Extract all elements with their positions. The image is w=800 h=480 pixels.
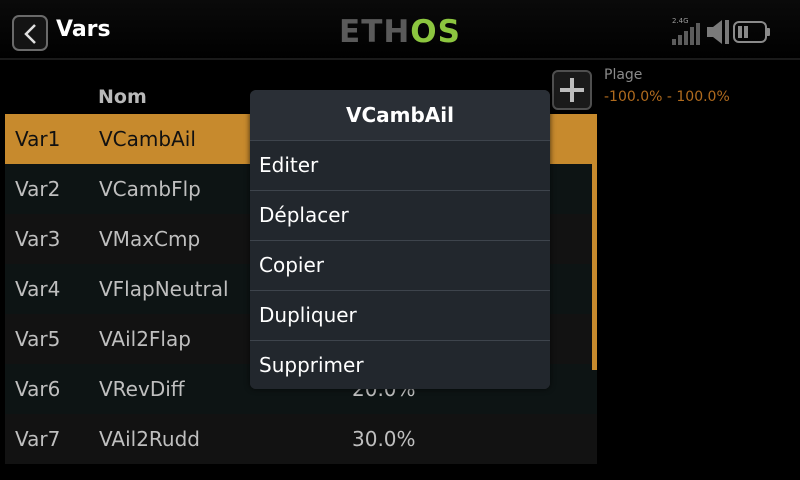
row-name: VMaxCmp <box>99 227 201 251</box>
menu-item-delete[interactable]: Supprimer <box>250 340 550 389</box>
row-id: Var7 <box>15 427 61 451</box>
add-variable-button[interactable] <box>552 70 592 110</box>
range-value: -100.0% - 100.0% <box>604 89 730 105</box>
ethos-logo: ETHOS <box>339 14 461 50</box>
menu-item-edit[interactable]: Editer <box>250 140 550 190</box>
back-button[interactable] <box>12 15 48 51</box>
context-menu: VCambAil Editer Déplacer Copier Duplique… <box>250 90 550 389</box>
signal-strength-icon <box>672 23 700 45</box>
context-menu-title: VCambAil <box>250 90 550 140</box>
svg-text:ETHOS: ETHOS <box>339 14 461 50</box>
row-name: VCambAil <box>99 127 196 151</box>
battery-icon <box>733 21 770 43</box>
page-title: Vars <box>56 17 111 42</box>
header-bar: Vars ETHOS 2.4G <box>0 0 800 60</box>
scrollbar[interactable] <box>592 114 597 370</box>
menu-item-duplicate[interactable]: Dupliquer <box>250 290 550 340</box>
row-id: Var2 <box>15 177 61 201</box>
row-id: Var4 <box>15 277 61 301</box>
status-area: 2.4G <box>670 10 790 50</box>
row-id: Var6 <box>15 377 61 401</box>
row-name: VRevDiff <box>99 377 185 401</box>
logo-text-os: OS <box>410 14 461 50</box>
menu-item-move[interactable]: Déplacer <box>250 190 550 240</box>
row-name: VCambFlp <box>99 177 201 201</box>
row-name: VAil2Rudd <box>99 427 200 451</box>
chevron-left-icon <box>24 24 36 44</box>
row-id: Var1 <box>15 127 61 151</box>
menu-item-copy[interactable]: Copier <box>250 240 550 290</box>
logo-text-eth: ETH <box>339 14 410 50</box>
table-row[interactable]: Var7 VAil2Rudd 30.0% <box>5 414 597 464</box>
speaker-icon <box>707 20 729 44</box>
row-id: Var5 <box>15 327 61 351</box>
range-label: Plage <box>604 67 643 83</box>
row-value: 30.0% <box>352 427 416 451</box>
row-name: VFlapNeutral <box>99 277 229 301</box>
plus-icon <box>560 78 584 102</box>
row-id: Var3 <box>15 227 61 251</box>
signal-band-label: 2.4G <box>672 17 689 25</box>
row-name: VAil2Flap <box>99 327 191 351</box>
column-header-name: Nom <box>98 86 147 108</box>
header-divider <box>0 58 800 60</box>
